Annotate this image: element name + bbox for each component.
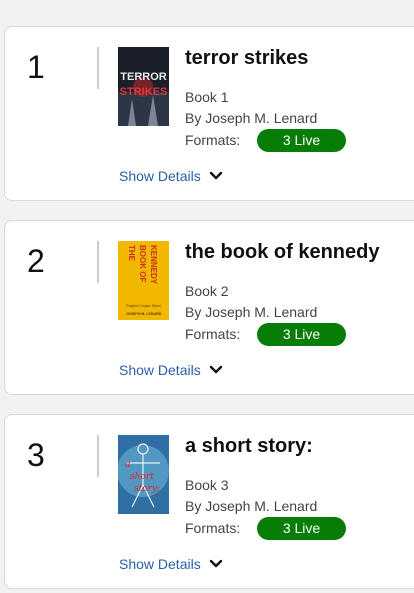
cover-art-short-story: a short story: xyxy=(118,435,169,514)
show-details-label: Show Details xyxy=(119,556,201,572)
book-number: 3 xyxy=(27,437,45,473)
series-book-number: Book 1 xyxy=(185,89,229,105)
cover-line5: JOSEPH M. LENARD xyxy=(126,312,162,316)
formats-label: Formats: xyxy=(185,520,241,536)
formats-status-badge: 3 Live xyxy=(257,129,346,152)
formats-status-badge: 3 Live xyxy=(257,517,346,540)
divider xyxy=(97,47,99,89)
cover-line2: BOOK OF xyxy=(138,245,147,282)
book-title[interactable]: a short story: xyxy=(185,435,313,458)
author-line: By Joseph M. Lenard xyxy=(185,110,318,126)
series-book-number: Book 3 xyxy=(185,477,229,493)
author-line: By Joseph M. Lenard xyxy=(185,304,318,320)
author-line: By Joseph M. Lenard xyxy=(185,498,318,514)
cover-line2: STRIKES xyxy=(120,86,168,98)
book-cover[interactable]: THE BOOK OF KENNEDY Project Carpe Diem J… xyxy=(118,241,169,320)
book-cover[interactable]: a short story: xyxy=(118,435,169,514)
book-number: 2 xyxy=(27,243,45,279)
cover-line1: a xyxy=(125,460,130,470)
chevron-down-icon xyxy=(209,559,222,568)
formats-label: Formats: xyxy=(185,132,241,148)
cover-line1: TERROR xyxy=(120,71,167,83)
chevron-down-icon xyxy=(209,365,222,374)
book-card: 2 THE BOOK OF KENNEDY Project Carpe Diem… xyxy=(4,220,414,395)
cover-line4: Project Carpe Diem xyxy=(126,303,162,308)
book-title[interactable]: the book of kennedy xyxy=(185,241,379,264)
cover-line3: story: xyxy=(134,484,160,494)
book-card: 3 a short story: a short story: Book 3 B… xyxy=(4,414,414,589)
formats-status-badge: 3 Live xyxy=(257,323,346,346)
formats-label: Formats: xyxy=(185,326,241,342)
book-cover[interactable]: TERROR STRIKES xyxy=(118,47,169,126)
book-title[interactable]: terror strikes xyxy=(185,47,308,70)
show-details-toggle[interactable]: Show Details xyxy=(119,556,223,572)
show-details-label: Show Details xyxy=(119,168,201,184)
cover-line3: KENNEDY xyxy=(149,245,158,285)
cover-line1: THE xyxy=(127,245,136,262)
show-details-toggle[interactable]: Show Details xyxy=(119,168,223,184)
show-details-label: Show Details xyxy=(119,362,201,378)
cover-art-kennedy: THE BOOK OF KENNEDY Project Carpe Diem J… xyxy=(118,241,169,320)
divider xyxy=(97,241,99,283)
book-number: 1 xyxy=(27,49,45,85)
series-book-number: Book 2 xyxy=(185,283,229,299)
cover-line2: short xyxy=(130,472,154,482)
chevron-down-icon xyxy=(209,171,222,180)
book-card: 1 TERROR STRIKES terror strikes Book 1 B… xyxy=(4,26,414,201)
cover-art-terror: TERROR STRIKES xyxy=(118,47,169,126)
divider xyxy=(97,435,99,477)
show-details-toggle[interactable]: Show Details xyxy=(119,362,223,378)
